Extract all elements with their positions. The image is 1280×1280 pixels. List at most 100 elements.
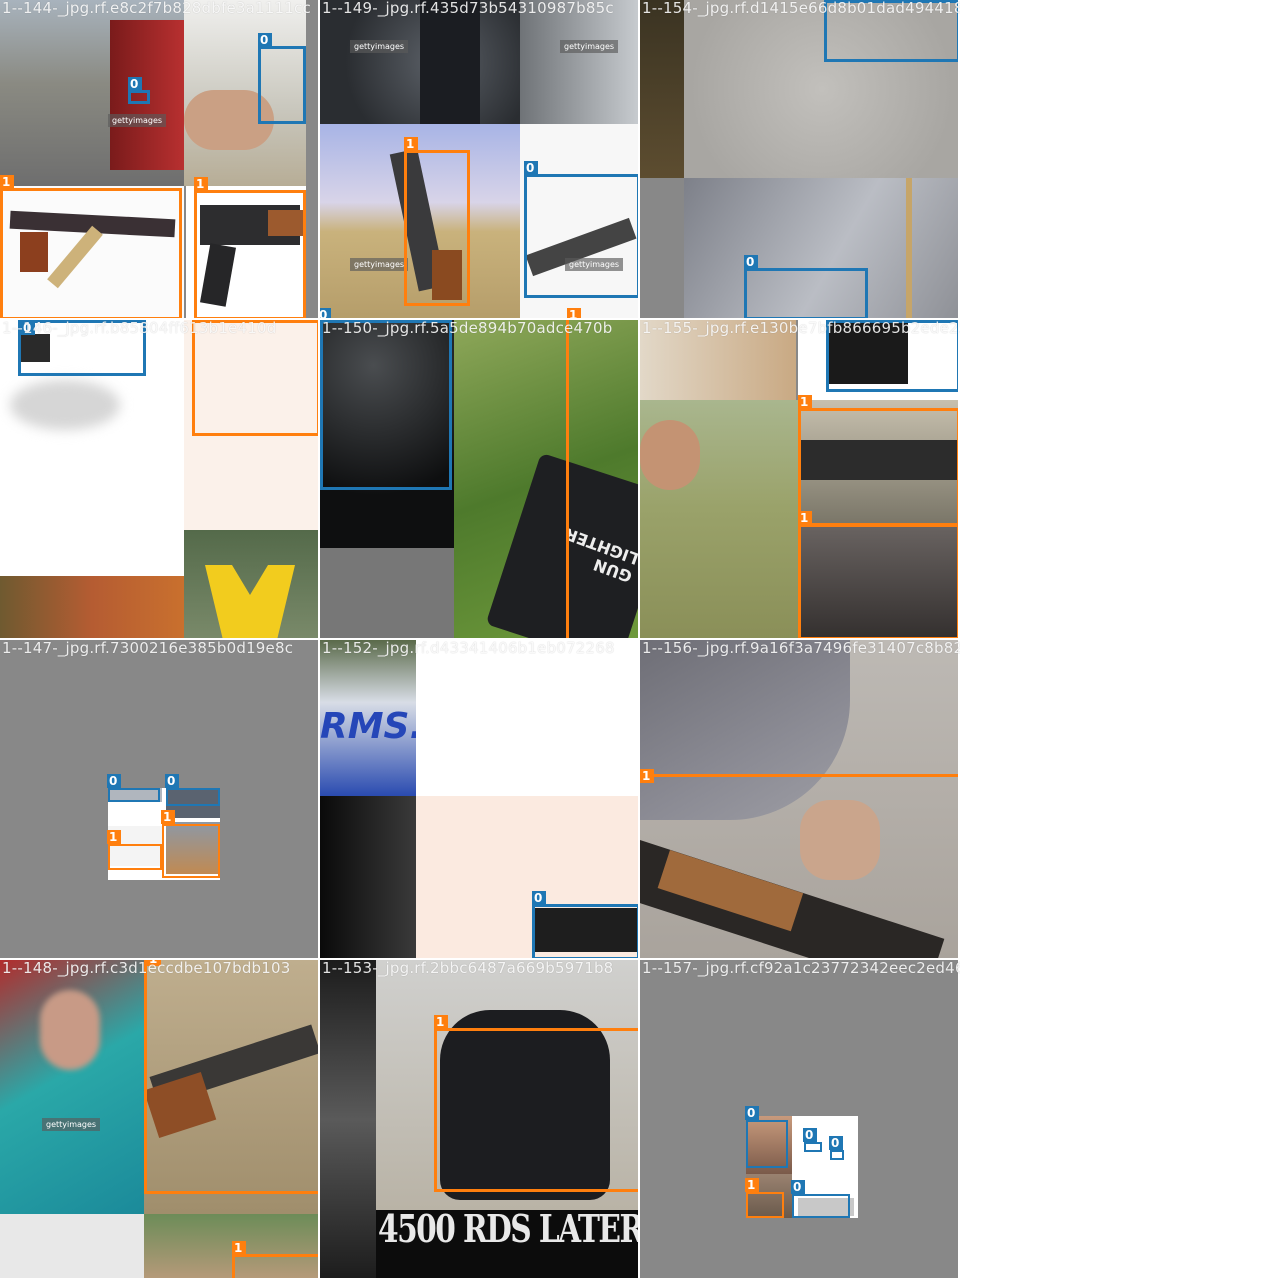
mosaic-tile: 4500 RDS LATER 1 1--153-_jpg.rf.2bbc6487… xyxy=(320,959,640,1280)
mosaic-tile: RMS. 0 1--152-_jpg.rf.d43341406b1eb07226… xyxy=(320,639,640,960)
bbox: 1 xyxy=(434,1015,638,1192)
bbox: 1 xyxy=(566,320,638,638)
photo-boxes xyxy=(640,320,796,400)
pad-right xyxy=(306,0,318,318)
bbox-label: 0 xyxy=(745,1106,759,1120)
photo-face xyxy=(40,990,100,1070)
mosaic-tile: gettyimages gettyimages gettyimages gett… xyxy=(320,0,640,320)
tile-image: gettyimages 1 1 xyxy=(0,960,318,1278)
bbox: 0 xyxy=(791,1180,850,1218)
photo-grass-strip xyxy=(640,0,684,178)
bbox-label: 0 xyxy=(107,774,121,788)
mosaic-tile: 1 1--156-_jpg.rf.9a16f3a7496fe31407c8b82… xyxy=(640,639,960,960)
tile-image: 0 0 xyxy=(640,0,958,318)
bbox-label: 1 xyxy=(194,177,208,191)
mosaic-grid: gettyimages 0 0 1 1 1--144-_jpg.rf.e8c2f… xyxy=(0,0,960,1280)
mosaic-tile: 0 0 0 1 0 1--157-_jpg.rf.cf92a1c23772342… xyxy=(640,959,960,1280)
video-caption: 4500 RDS LATER xyxy=(378,1206,638,1251)
tile-image: RMS. 0 xyxy=(320,640,638,958)
bbox-label: 0 xyxy=(128,77,142,91)
tile-image: 0 0 1 1 xyxy=(0,640,318,958)
bbox: 0 xyxy=(524,161,638,298)
sign-text: RMS. xyxy=(320,706,424,747)
watermark: gettyimages xyxy=(350,40,409,53)
bbox-label: 1 xyxy=(232,1241,246,1255)
tile-image: 0 xyxy=(0,320,318,638)
tile-image: 1 xyxy=(640,640,958,958)
bbox-label: 1 xyxy=(0,175,14,189)
bbox: 1 xyxy=(161,810,220,878)
photo-gray-band xyxy=(320,548,454,638)
bbox: 0 xyxy=(165,774,220,806)
photo-chain xyxy=(906,178,912,318)
watermark: gettyimages xyxy=(108,114,167,127)
tile-image: 0 1 1 xyxy=(640,320,958,638)
photo-white xyxy=(416,640,638,796)
bbox-label: 0 xyxy=(829,1136,843,1150)
mosaic-tile: 0 1--146-_jpg.rf.b85804ff613b1e410d xyxy=(0,319,320,640)
bbox-label: 1 xyxy=(640,769,654,783)
bbox: 1 xyxy=(232,1241,318,1278)
bbox: 0 xyxy=(258,33,306,124)
bbox: 1 xyxy=(144,960,318,1194)
bbox: 0 xyxy=(745,1106,788,1168)
bbox: 1 xyxy=(194,177,306,318)
bbox: 0 xyxy=(803,1128,822,1152)
mosaic-tile: GUN LIGHTER 0 1 1--150-_jpg.rf.5a5de894b… xyxy=(320,319,640,640)
bbox-label: 0 xyxy=(21,321,35,335)
bbox-label: 1 xyxy=(745,1178,759,1192)
watermark: gettyimages xyxy=(560,40,619,53)
tile-image: gettyimages gettyimages gettyimages gett… xyxy=(320,0,638,318)
bbox-label: 1 xyxy=(798,511,812,525)
bbox xyxy=(192,320,318,436)
tile-image: gettyimages 0 0 1 1 xyxy=(0,0,318,318)
photo-dark xyxy=(320,796,416,958)
bbox: 0 xyxy=(18,320,146,376)
bbox-label: 0 xyxy=(803,1128,817,1142)
photo-holster xyxy=(520,0,638,124)
watermark: gettyimages xyxy=(42,1118,101,1131)
bbox-label: 0 xyxy=(165,774,179,788)
bbox-label: 0 xyxy=(320,308,331,318)
bbox: 0 xyxy=(128,77,150,104)
mosaic-tile: gettyimages 0 0 1 1 1--144-_jpg.rf.e8c2f… xyxy=(0,0,320,320)
bbox-label: 1 xyxy=(567,308,581,318)
bbox: 0 xyxy=(532,891,638,958)
bbox: 0 xyxy=(826,320,958,392)
photo-pale xyxy=(0,1214,144,1278)
photo-suit-figure xyxy=(420,0,480,124)
bbox: 1 xyxy=(107,830,162,870)
bbox-label: 1 xyxy=(147,960,161,966)
tile-image: 4500 RDS LATER 1 xyxy=(320,960,638,1278)
bbox: 0 xyxy=(320,320,452,490)
bbox-label: 1 xyxy=(107,830,121,844)
bbox: 1 xyxy=(798,511,958,638)
watermark: gettyimages xyxy=(350,258,409,271)
bbox-label: 1 xyxy=(434,1015,448,1029)
bbox: 1 xyxy=(745,1178,784,1218)
bbox: 0 xyxy=(824,0,958,62)
bbox-label: 0 xyxy=(744,255,758,269)
bbox-label: 1 xyxy=(404,137,418,151)
bbox: 1 xyxy=(640,769,958,958)
mosaic-tile: gettyimages 1 1 1--148-_jpg.rf.c3d1eccdb… xyxy=(0,959,320,1280)
photo-head xyxy=(640,420,700,490)
bbox-label: 0 xyxy=(258,33,272,47)
bbox: 1 xyxy=(0,175,182,318)
photo-dark-left xyxy=(320,960,376,1278)
mosaic-tile: 0 0 1--154-_jpg.rf.d1415e66d8b01dad49441… xyxy=(640,0,960,320)
bbox-label: 1 xyxy=(798,395,812,409)
tile-image: 0 0 0 1 0 xyxy=(640,960,958,1278)
bbox: 0 xyxy=(744,255,868,318)
bbox-label: 0 xyxy=(524,161,538,175)
bbox-label: 0 xyxy=(532,891,546,905)
photo-pad-left xyxy=(640,178,684,318)
bbox-label: 1 xyxy=(161,810,175,824)
bbox: 1 xyxy=(404,137,470,306)
bbox: 1 xyxy=(798,395,958,526)
bbox: 0 xyxy=(829,1136,844,1160)
tile-image: GUN LIGHTER 0 1 xyxy=(320,320,638,638)
mosaic-tile: 0 0 1 1 1--147-_jpg.rf.7300216e385b0d19e… xyxy=(0,639,320,960)
photo-crates xyxy=(0,576,184,638)
photo-smoke xyxy=(10,380,120,430)
